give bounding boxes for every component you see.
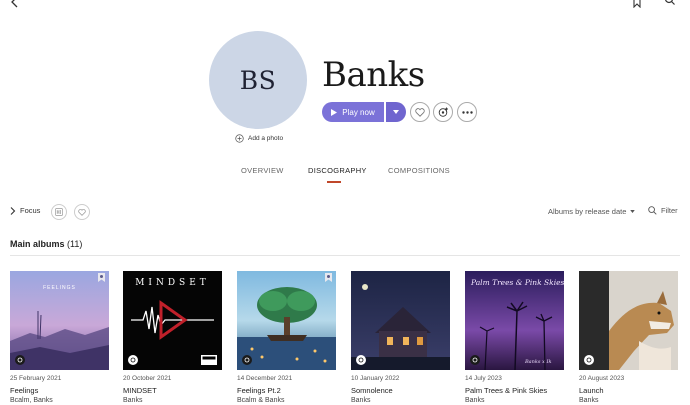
add-circle-icon (235, 133, 244, 143)
play-album-icon[interactable] (356, 355, 366, 365)
more-icon (461, 110, 473, 114)
like-button[interactable] (410, 102, 430, 122)
filter-bar: Focus Albums by release date Filter (0, 204, 690, 220)
hires-icon (55, 208, 63, 216)
album-release-date: 14 December 2021 (237, 375, 293, 382)
hires-filter-button[interactable] (51, 204, 67, 220)
play-album-icon[interactable] (15, 355, 25, 365)
play-icon (331, 108, 338, 116)
cover-title-text: Palm Trees & Pink Skies (470, 278, 564, 287)
top-bar (0, 0, 690, 10)
album-card[interactable]: Palm Trees & Pink Skies Banks x Ik 14 Ju… (465, 271, 564, 404)
album-card[interactable]: 14 December 2021 Feelings Pt.2 Bcalm & B… (237, 271, 336, 404)
album-cover[interactable] (351, 271, 450, 370)
search-icon (648, 206, 657, 215)
album-artist[interactable]: Bcalm, Banks (10, 397, 109, 404)
album-title[interactable]: Launch (579, 386, 678, 395)
album-artist[interactable]: Banks (579, 397, 678, 404)
play-album-icon[interactable] (242, 355, 252, 365)
album-artist[interactable]: Bcalm & Banks (237, 397, 336, 404)
album-card[interactable]: FEELINGS 25 February 2021 Feelings Bcalm… (10, 271, 109, 404)
section-count: (11) (67, 239, 83, 249)
add-photo-label: Add a photo (248, 134, 284, 142)
album-cover[interactable]: MINDSET (123, 271, 222, 370)
search-icon[interactable] (664, 0, 676, 8)
album-artist[interactable]: Banks (465, 397, 564, 404)
album-release-date: 25 February 2021 (10, 375, 62, 382)
play-album-icon[interactable] (128, 355, 138, 365)
play-now-button[interactable]: Play now (322, 102, 384, 122)
follow-button[interactable] (433, 102, 453, 122)
album-card[interactable]: MINDSET 20 October 2021 MINDSET Banks (123, 271, 222, 404)
album-release-date: 14 July 2023 (465, 375, 502, 382)
chevron-left-icon[interactable] (10, 0, 20, 8)
tab-discography[interactable]: DISCOGRAPHY (308, 166, 367, 175)
album-title[interactable]: Feelings Pt.2 (237, 386, 336, 395)
artist-avatar: BS (209, 31, 307, 129)
section-title: Main albums (11) (10, 239, 82, 249)
add-follow-icon (438, 107, 448, 117)
tab-overview[interactable]: OVERVIEW (241, 166, 284, 175)
heart-icon (415, 107, 425, 117)
album-cover[interactable] (579, 271, 678, 370)
album-title[interactable]: Somnolence (351, 386, 450, 395)
album-card[interactable]: 10 January 2022 Somnolence Banks (351, 271, 450, 404)
play-now-label: Play now (342, 107, 375, 117)
album-release-date: 10 January 2022 (351, 375, 400, 382)
cover-signature-text: Banks x Ik (524, 359, 551, 365)
artist-name: Banks (322, 55, 425, 95)
more-options-button[interactable] (457, 102, 477, 122)
album-list: FEELINGS 25 February 2021 Feelings Bcalm… (0, 271, 690, 405)
focus-toggle[interactable]: Focus (10, 206, 40, 215)
hires-badge-icon (98, 273, 105, 282)
chevron-right-icon (10, 206, 16, 215)
album-title[interactable]: Feelings (10, 386, 109, 395)
album-artist[interactable]: Banks (351, 397, 450, 404)
cover-title-text: MINDSET (135, 278, 210, 288)
section-title-text: Main albums (10, 239, 65, 249)
album-cover[interactable]: FEELINGS (10, 271, 109, 370)
sort-dropdown[interactable]: Albums by release date (548, 207, 636, 216)
hires-badge-icon (325, 273, 332, 282)
add-photo-link[interactable]: Add a photo (235, 132, 283, 144)
favorites-filter-button[interactable] (74, 204, 90, 220)
album-release-date: 20 October 2021 (123, 375, 172, 382)
album-title[interactable]: Palm Trees & Pink Skies (465, 386, 564, 395)
play-options-dropdown[interactable] (386, 102, 406, 122)
tab-compositions[interactable]: COMPOSITIONS (388, 166, 450, 175)
caret-down-icon (630, 210, 636, 213)
sort-label: Albums by release date (548, 207, 627, 216)
album-card[interactable]: 20 August 2023 Launch Banks (579, 271, 678, 404)
avatar-initials: BS (239, 65, 277, 95)
album-cover[interactable] (237, 271, 336, 370)
album-title[interactable]: MINDSET (123, 386, 222, 395)
bookmark-icon[interactable] (632, 0, 642, 8)
play-button-group: Play now (322, 102, 406, 122)
heart-icon (78, 208, 86, 216)
album-artist[interactable]: Banks (123, 397, 222, 404)
cover-title-text: FEELINGS (43, 285, 76, 291)
play-album-icon[interactable] (470, 355, 480, 365)
filter-label: Filter (661, 206, 678, 215)
artist-tabs: OVERVIEW DISCOGRAPHY COMPOSITIONS (0, 166, 690, 186)
section-divider (10, 255, 680, 256)
album-cover[interactable]: Palm Trees & Pink Skies Banks x Ik (465, 271, 564, 370)
chevron-down-icon (393, 110, 399, 114)
focus-label: Focus (20, 206, 41, 215)
album-release-date: 20 August 2023 (579, 375, 625, 382)
filter-button[interactable]: Filter (648, 206, 678, 215)
play-album-icon[interactable] (584, 355, 594, 365)
active-tab-indicator (327, 181, 341, 183)
